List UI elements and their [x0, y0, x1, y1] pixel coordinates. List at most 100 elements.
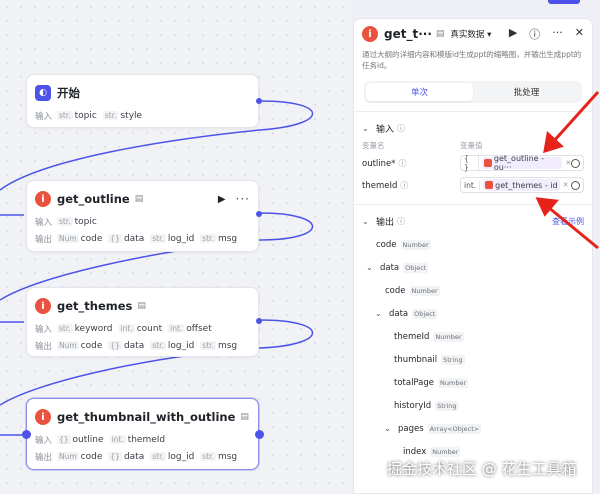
- settings-icon[interactable]: [571, 158, 580, 168]
- node-get-outline-output-port[interactable]: [256, 211, 262, 217]
- plugin-icon: i: [35, 409, 51, 425]
- info-icon: ⓘ: [398, 158, 407, 168]
- input-section-header[interactable]: ⌄ 输入 ⓘ: [354, 120, 592, 136]
- start-icon: ◐: [35, 85, 51, 101]
- output-field-type: Number: [430, 446, 461, 457]
- node-start[interactable]: ◐ 开始 输入 str. topic str. style: [26, 74, 262, 128]
- run-icon[interactable]: ▶: [509, 26, 517, 42]
- watermark: 掘金技术社区 @ 花生工具箱: [387, 460, 577, 478]
- data-mode-dropdown[interactable]: 真实数据 ▾: [450, 28, 491, 40]
- output-field-type: Number: [433, 331, 464, 342]
- chevron-down-icon[interactable]: ⌄: [366, 263, 374, 272]
- output-field-name: index: [403, 446, 427, 457]
- output-section-header[interactable]: ⌄ 输出 ⓘ 查看示例: [354, 213, 592, 229]
- outline-value-field[interactable]: { } get_outline - ou··· ✕: [460, 154, 584, 172]
- node-get-thumbnail-title: get_thumbnail_with_outline: [57, 410, 236, 424]
- node-get-themes[interactable]: i get_themes ▤ 输入 str. keyword int. count …: [26, 287, 262, 357]
- output-field-data[interactable]: ⌄ data Object: [354, 302, 592, 325]
- node-get-outline-header: i get_outline ▤ ▶ ···: [27, 185, 258, 213]
- output-field-name: themeId: [394, 331, 430, 342]
- node-get-thumbnail-header: i get_thumbnail_with_outline ▤: [27, 403, 258, 431]
- output-field-name: pages: [398, 423, 424, 434]
- close-icon[interactable]: ✕: [575, 26, 584, 42]
- node-get-outline-inputs: 输入 str. topic: [35, 216, 97, 228]
- input-column-headers: 变量名 变量值: [362, 141, 483, 150]
- output-field-data[interactable]: ⌄ data Object: [354, 256, 592, 279]
- help-icon[interactable]: ⓘ: [529, 26, 540, 42]
- more-icon[interactable]: ···: [236, 192, 250, 206]
- output-field-type: Array<Object>: [427, 423, 482, 434]
- top-action-button[interactable]: [548, 0, 580, 4]
- node-start-output-port[interactable]: [256, 98, 262, 104]
- tab-batch[interactable]: 批处理: [473, 83, 580, 101]
- workflow-canvas[interactable]: ◐ 开始 输入 str. topic str. style i get_outlin…: [0, 0, 352, 494]
- output-field-totalpage: totalPage Number: [354, 371, 592, 394]
- variable-reference-tag[interactable]: get_themes - id: [483, 179, 560, 191]
- plugin-icon: i: [35, 298, 51, 314]
- node-get-thumbnail-outputs: 输出 Num code {} data str. log_id str. msg: [35, 451, 238, 463]
- chevron-down-icon[interactable]: ⌄: [384, 424, 392, 433]
- panel-header: i get_t··· ▤ 真实数据 ▾ ▶ ⓘ ··· ✕: [354, 19, 592, 49]
- input-row-themeid: themeId ⓘ int. get_themes - id ✕: [354, 174, 592, 196]
- output-field-pages[interactable]: ⌄ pages Array<Object>: [354, 417, 592, 440]
- doc-icon[interactable]: ▤: [436, 29, 445, 39]
- node-get-thumbnail-input-port[interactable]: [22, 430, 31, 439]
- output-field-name: data: [380, 262, 400, 273]
- node-get-themes-inputs: 输入 str. keyword int. count int. offset: [35, 323, 212, 335]
- output-field-code: code Number: [354, 279, 592, 302]
- output-field-type: Number: [400, 239, 431, 250]
- remove-icon[interactable]: ✕: [563, 181, 569, 189]
- node-get-thumbnail-output-port[interactable]: [255, 430, 264, 439]
- view-example-link[interactable]: 查看示例: [552, 216, 584, 227]
- node-get-themes-output-port[interactable]: [256, 318, 262, 324]
- plugin-icon: [484, 159, 492, 167]
- node-start-title: 开始: [57, 86, 80, 100]
- node-get-themes-title: get_themes: [57, 299, 133, 313]
- plugin-icon: i: [35, 191, 51, 207]
- output-field-type: Number: [409, 285, 440, 296]
- node-get-outline-outputs: 输出 Num code {} data str. log_id str. msg: [35, 233, 238, 245]
- run-icon[interactable]: ▶: [218, 194, 226, 205]
- node-get-thumbnail-inputs: 输入 {} outline int. themeId: [35, 434, 166, 446]
- output-field-type: Object: [412, 308, 438, 319]
- output-field-type: String: [435, 400, 459, 411]
- chevron-down-icon[interactable]: ⌄: [362, 217, 370, 226]
- themeid-value-field[interactable]: int. get_themes - id ✕: [460, 177, 584, 193]
- info-icon: ⓘ: [397, 216, 406, 226]
- input-row-outline: outline* ⓘ { } get_outline - ou··· ✕: [354, 152, 592, 174]
- node-get-themes-outputs: 输出 Num code {} data str. log_id str. msg: [35, 340, 238, 352]
- node-start-header: ◐ 开始: [27, 79, 258, 107]
- info-icon: ⓘ: [397, 123, 406, 133]
- output-field-historyid: historyId String: [354, 394, 592, 417]
- output-field-name: code: [376, 239, 397, 250]
- plugin-icon: i: [362, 26, 378, 42]
- output-field-code: code Number: [354, 233, 592, 256]
- output-field-name: code: [385, 285, 406, 296]
- output-field-name: totalPage: [394, 377, 435, 388]
- output-tree: code Number ⌄ data Object code Number ⌄ data Obje…: [354, 233, 592, 463]
- output-field-name: historyId: [394, 400, 432, 411]
- tab-single[interactable]: 单次: [366, 83, 473, 101]
- output-field-type: String: [441, 354, 465, 365]
- run-mode-tabs: 单次 批处理: [364, 81, 582, 103]
- node-get-outline[interactable]: i get_outline ▤ ▶ ··· 输入 str. topic 输出 Nu…: [26, 180, 262, 252]
- doc-icon[interactable]: ▤: [135, 194, 144, 204]
- settings-icon[interactable]: [571, 180, 580, 190]
- variable-reference-tag[interactable]: get_outline - ou···: [482, 154, 563, 172]
- chevron-down-icon[interactable]: ⌄: [362, 124, 370, 133]
- output-field-thumbnail: thumbnail String: [354, 348, 592, 371]
- doc-icon[interactable]: ▤: [240, 412, 249, 422]
- node-get-outline-title: get_outline: [57, 192, 130, 206]
- more-icon[interactable]: ···: [552, 26, 563, 42]
- plugin-icon: [485, 181, 494, 189]
- output-field-type: Number: [438, 377, 469, 388]
- chevron-down-icon[interactable]: ⌄: [375, 309, 383, 318]
- node-detail-panel: i get_t··· ▤ 真实数据 ▾ ▶ ⓘ ··· ✕ 通过大纲的详细内容和…: [353, 18, 593, 494]
- panel-description: 通过大纲的详细内容和模版id生成ppt的缩略图，并输出生成ppt的任务id。: [362, 50, 582, 70]
- info-icon: ⓘ: [400, 180, 409, 190]
- node-get-thumbnail-with-outline[interactable]: i get_thumbnail_with_outline ▤ 输入 {} outl…: [22, 398, 264, 470]
- output-field-themeid: themeId Number: [354, 325, 592, 348]
- output-field-name: data: [389, 308, 409, 319]
- doc-icon[interactable]: ▤: [137, 301, 146, 311]
- panel-title: get_t···: [384, 27, 432, 41]
